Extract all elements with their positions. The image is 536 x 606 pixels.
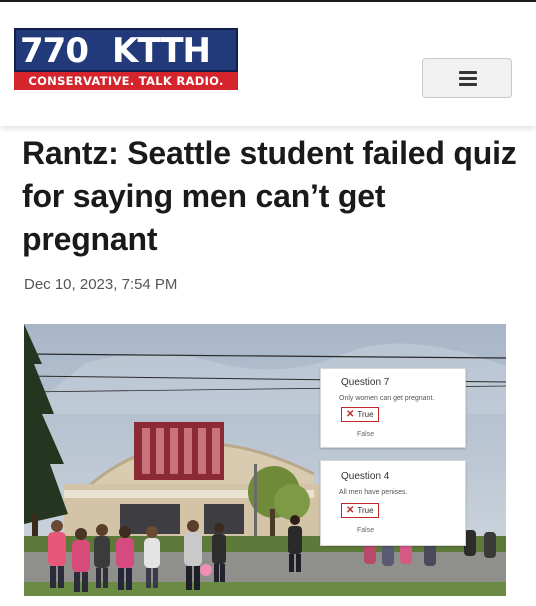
hamburger-menu-icon [459,71,477,74]
menu-button[interactable] [422,58,512,98]
site-logo[interactable]: 770 KTTH CONSERVATIVE. TALK RADIO. [14,28,238,90]
article-date: Dec 10, 2023, 7:54 PM [24,276,178,293]
quiz-selected-answer: ✕ True [341,503,379,518]
quiz-other-answer: False [357,431,375,438]
site-header: 770 KTTH CONSERVATIVE. TALK RADIO. [0,0,536,126]
quiz-question-title: Question 7 [341,377,390,388]
article-photo: Question 7 Only women can get pregnant. … [24,324,506,596]
quiz-question-text: All men have penises. [339,489,408,496]
logo-number: 770 [20,31,89,71]
quiz-other-answer: False [357,527,375,534]
logo-tagline: CONSERVATIVE. TALK RADIO. [14,72,238,90]
quiz-card-question-4: Question 4 All men have penises. ✕ True F… [320,460,466,546]
logo-wordmark: 770 KTTH [14,28,238,72]
quiz-selected-answer-label: True [357,506,374,515]
quiz-card-question-7: Question 7 Only women can get pregnant. … [320,368,466,448]
quiz-question-title: Question 4 [341,471,390,482]
hamburger-menu-icon [459,83,477,86]
hamburger-menu-icon [459,77,477,80]
x-mark-icon: ✕ [346,505,355,516]
quiz-selected-answer: ✕ True [341,407,379,422]
logo-call-letters: KTTH [112,31,211,71]
quiz-question-text: Only women can get pregnant. [339,395,435,402]
quiz-selected-answer-label: True [357,410,374,419]
top-border [0,0,536,2]
x-mark-icon: ✕ [346,409,355,420]
article-headline: Rantz: Seattle student failed quiz for s… [22,135,517,257]
